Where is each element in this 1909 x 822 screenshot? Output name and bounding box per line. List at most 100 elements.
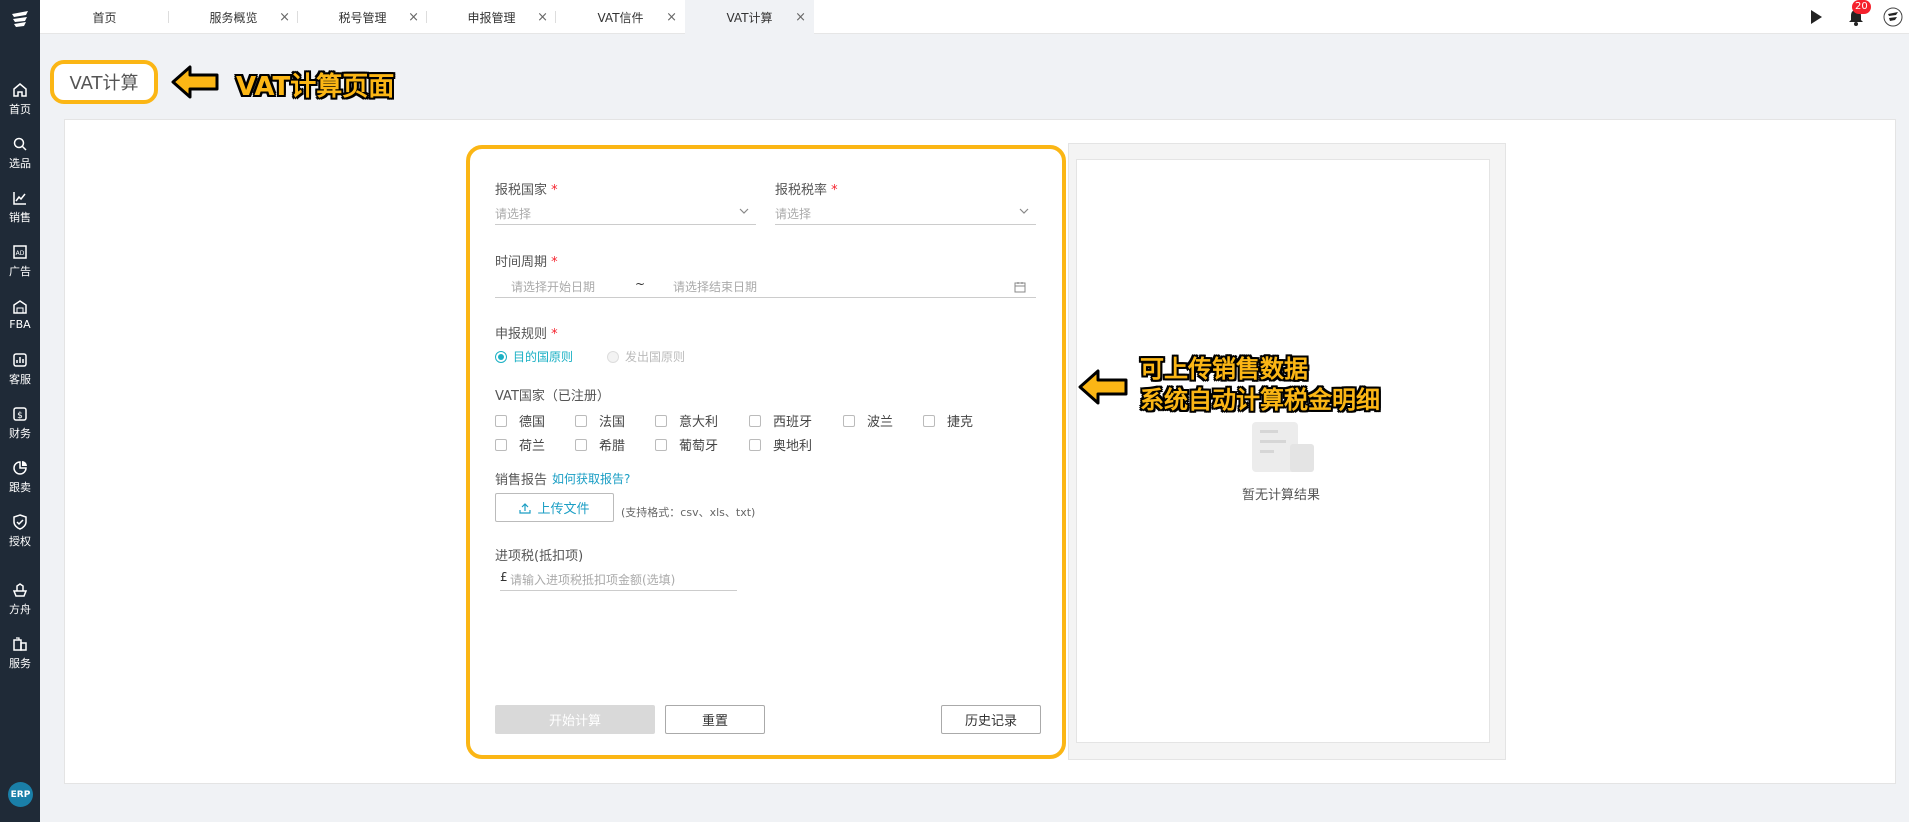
vat-country-checkbox[interactable]: 法国 (575, 411, 625, 430)
empty-result-text: 暂无计算结果 (1242, 488, 1321, 503)
svg-text:AD: AD (16, 250, 25, 257)
building-icon (13, 636, 27, 651)
checkbox-label: 西班牙 (773, 415, 813, 430)
flag-icon[interactable] (1806, 7, 1826, 27)
vat-country-checkbox[interactable]: 德国 (495, 411, 545, 430)
rule-label: 申报规则 * (495, 323, 558, 342)
sidebar-item-selection[interactable]: 选品 (0, 128, 40, 178)
required-mark: * (551, 183, 558, 198)
checkbox-box (655, 438, 667, 451)
close-icon[interactable]: × (666, 10, 677, 25)
checkbox-label: 法国 (599, 415, 626, 430)
sidebar-item-home[interactable]: 首页 (0, 74, 40, 124)
home-icon (13, 82, 27, 97)
upload-icon (519, 502, 532, 514)
rule-origin-label: 发出国原则 (625, 350, 686, 364)
upload-format-hint: (支持格式：csv、xls、txt) (621, 506, 756, 519)
sidebar-item-follow-sell[interactable]: 跟卖 (0, 452, 40, 502)
close-icon[interactable]: × (279, 10, 290, 25)
vat-country-checkbox[interactable]: 波兰 (843, 411, 893, 430)
upload-file-button[interactable]: 上传文件 (495, 493, 614, 522)
period-label: 时间周期 * (495, 251, 558, 270)
country-select[interactable]: 请选择 (495, 199, 756, 225)
finance-icon: $ (13, 406, 27, 421)
required-mark: * (831, 183, 838, 198)
input-tax-label: 进项税(抵扣项) (495, 549, 584, 564)
search-icon (13, 137, 27, 151)
vat-country-checkbox[interactable]: 奥地利 (749, 435, 812, 454)
service-icon (13, 352, 27, 367)
tab-vat-calculation[interactable]: VAT计算 × (685, 0, 814, 34)
sidebar-item-label: 广告 (9, 264, 31, 278)
sidebar-item-finance[interactable]: $ 财务 (0, 398, 40, 448)
rate-select[interactable]: 请选择 (775, 199, 1036, 225)
checkbox-label: 葡萄牙 (679, 439, 719, 454)
rule-destination-radio[interactable]: 目的国原则 (495, 348, 573, 365)
required-mark: * (551, 255, 558, 270)
close-icon[interactable]: × (795, 10, 806, 25)
rule-destination-label: 目的国原则 (513, 350, 574, 364)
vat-country-checkbox[interactable]: 荷兰 (495, 435, 545, 454)
vat-country-checkbox[interactable]: 捷克 (923, 411, 973, 430)
vat-country-checkbox[interactable]: 希腊 (575, 435, 625, 454)
checkbox-box (843, 414, 855, 427)
tab-home[interactable]: 首页 (40, 0, 169, 34)
vat-country-checkbox[interactable]: 意大利 (655, 411, 718, 430)
checkbox-box (749, 438, 761, 451)
sidebar-item-ads[interactable]: AD 广告 (0, 236, 40, 286)
end-date-input[interactable]: 请选择结束日期 (673, 278, 757, 295)
upload-button-label: 上传文件 (537, 502, 590, 517)
country-label: 报税国家 * (495, 179, 558, 198)
checkbox-label: 意大利 (679, 415, 719, 430)
sidebar-item-fba[interactable]: FBA (0, 290, 40, 340)
sales-report-label: 销售报告 (495, 473, 548, 488)
close-icon[interactable]: × (408, 10, 419, 25)
sidebar-item-ark[interactable]: 方舟 (0, 574, 40, 624)
calendar-icon[interactable] (1014, 281, 1026, 293)
user-avatar-icon[interactable] (1883, 7, 1903, 27)
ad-icon: AD (13, 244, 27, 259)
period-label-text: 时间周期 (495, 255, 548, 270)
range-separator: ~ (635, 277, 646, 291)
rule-origin-radio[interactable]: 发出国原则 (607, 348, 685, 365)
start-calculation-button[interactable]: 开始计算 (495, 705, 655, 734)
sidebar-item-authorization[interactable]: 授权 (0, 506, 40, 556)
brand-logo-icon[interactable] (8, 8, 32, 32)
chevron-down-icon (739, 208, 749, 214)
rate-label: 报税税率 * (775, 179, 838, 198)
rate-label-text: 报税税率 (775, 183, 828, 198)
empty-document-icon (1252, 422, 1314, 472)
sidebar-item-customer-service[interactable]: 客服 (0, 344, 40, 394)
rate-placeholder: 请选择 (775, 207, 812, 221)
chevron-down-icon (1019, 208, 1029, 214)
sidebar-item-label: FBA (9, 318, 31, 331)
sidebar-item-services[interactable]: 服务 (0, 628, 40, 678)
start-date-input[interactable]: 请选择开始日期 (511, 278, 595, 295)
how-to-get-report-link[interactable]: 如何获取报告? (552, 470, 630, 487)
warehouse-icon (13, 300, 27, 314)
input-tax-field[interactable]: £ 请输入进项税抵扣项金额(选填) (500, 565, 737, 591)
tab-bar: 首页 服务概览 × 税号管理 × 申报管理 × VAT信件 × VAT计算 × … (40, 0, 1909, 34)
reset-button[interactable]: 重置 (665, 705, 765, 734)
radio-dot (607, 350, 619, 363)
checkbox-box (495, 414, 507, 427)
radio-dot (495, 350, 507, 363)
vat-country-checkbox[interactable]: 葡萄牙 (655, 435, 718, 454)
close-icon[interactable]: × (537, 10, 548, 25)
tab-vat-letters[interactable]: VAT信件 × (556, 0, 685, 34)
tab-service-overview[interactable]: 服务概览 × (169, 0, 298, 34)
sidebar: 首页 选品 销售 AD 广告 FBA 客服 $ 财务 跟卖 授权 方舟 服务 E… (0, 0, 40, 822)
checkbox-box (495, 438, 507, 451)
date-range-picker[interactable]: 请选择开始日期 ~ 请选择结束日期 (495, 272, 1036, 298)
chart-icon (13, 191, 26, 205)
annotation-result-line1: 可上传销售数据 (1140, 355, 1308, 383)
tab-tax-id-management[interactable]: 税号管理 × (298, 0, 427, 34)
rule-label-text: 申报规则 (495, 327, 548, 342)
vat-countries-label: VAT国家（已注册） (495, 389, 610, 404)
sidebar-item-sales[interactable]: 销售 (0, 182, 40, 232)
vat-country-checkbox[interactable]: 西班牙 (749, 411, 812, 430)
erp-avatar[interactable]: ERP (8, 782, 33, 807)
history-button[interactable]: 历史记录 (941, 705, 1041, 734)
tab-filing-management[interactable]: 申报管理 × (427, 0, 556, 34)
annotation-page-label: VAT计算页面 (236, 72, 395, 102)
